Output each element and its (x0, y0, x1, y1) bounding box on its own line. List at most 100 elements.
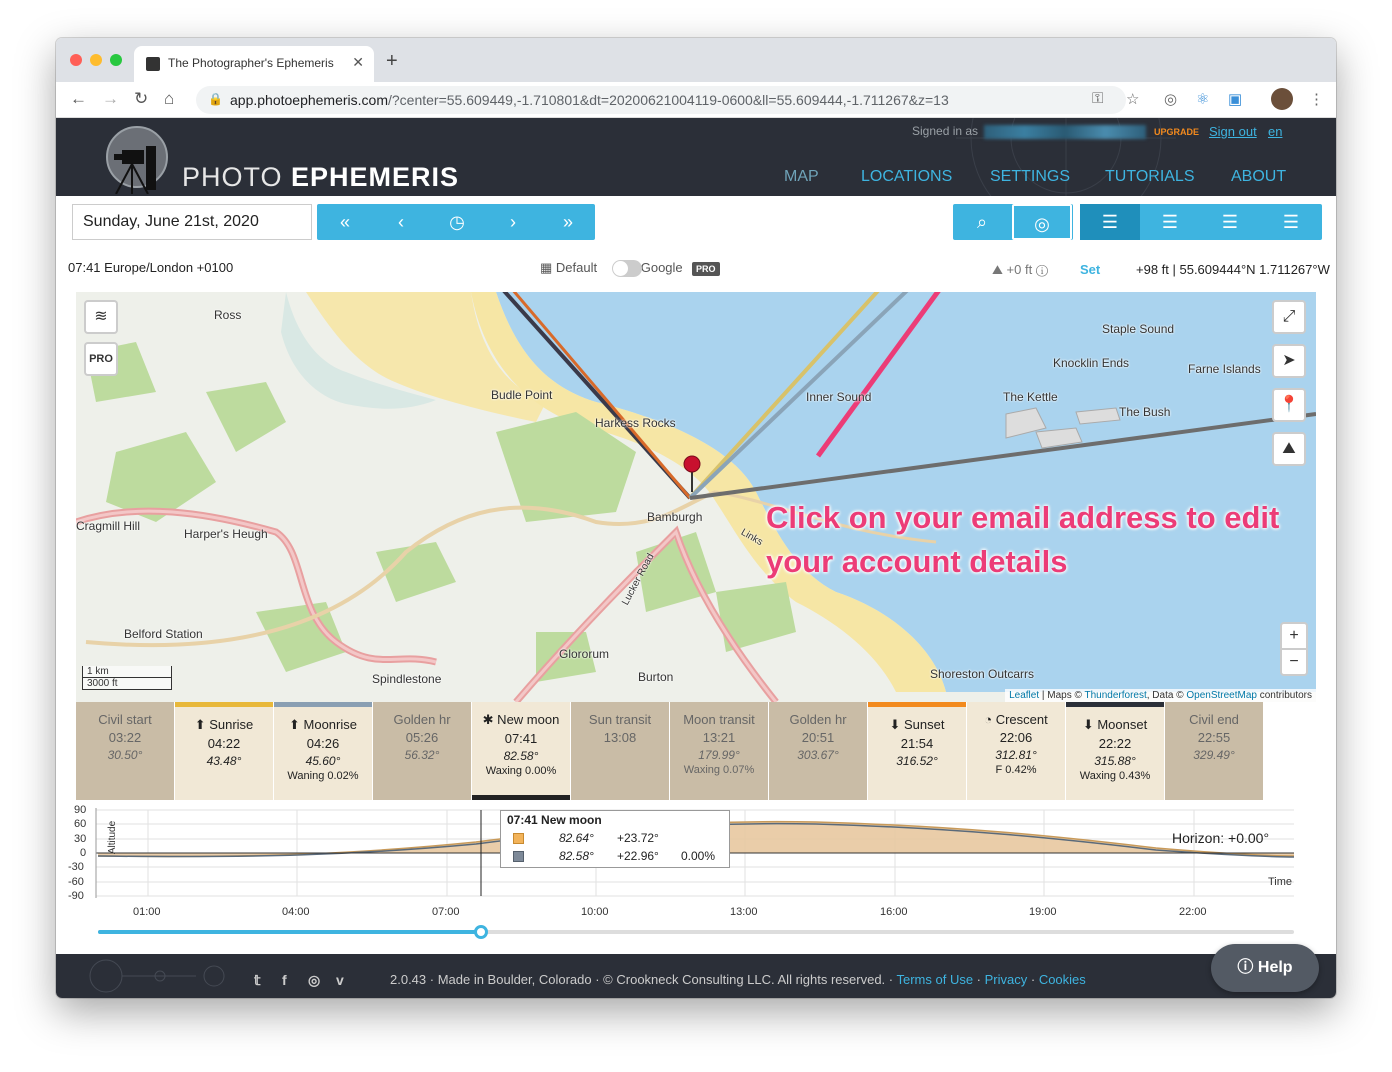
event-card[interactable]: Sun transit 13:08 (571, 702, 669, 800)
nav-locations[interactable]: LOCATIONS (861, 168, 952, 186)
home-icon[interactable]: ⌂ (164, 89, 174, 109)
time-slider-handle[interactable] (473, 925, 488, 939)
menu-kebab-icon[interactable]: ⋮ (1309, 90, 1324, 108)
map-label: Spindlestone (372, 672, 442, 686)
maximize-window-button[interactable] (110, 54, 122, 66)
site-logo-text[interactable]: PHOTO EPHEMERIS (182, 162, 459, 193)
forward-icon[interactable]: → (102, 89, 119, 109)
now-clock-button[interactable]: ◷ (429, 204, 485, 240)
pro-map-button[interactable]: PRO (84, 342, 118, 376)
react-devtools-icon[interactable]: ⚛ (1196, 90, 1209, 108)
help-button[interactable]: ⓘ Help (1211, 944, 1319, 992)
event-card[interactable]: ✱ New moon 07:41 82.58° Waxing 0.00% (472, 702, 570, 800)
map-label: Burton (638, 670, 674, 684)
event-card[interactable]: ⬆ Moonrise 04:26 45.60° Waning 0.02% (274, 702, 372, 800)
map-label: Ross (214, 308, 242, 322)
help-circle-icon: ⓘ (1237, 959, 1254, 976)
layout-group: ☰ ☰ ☰ ☰ (1080, 204, 1322, 240)
map-type-toggle[interactable] (612, 260, 642, 277)
close-tab-icon[interactable]: ✕ (352, 54, 364, 71)
osm-link[interactable]: OpenStreetMap (1186, 690, 1257, 701)
next-event-button[interactable]: › (485, 204, 541, 240)
tooltip-sun-azimuth: 82.64° (559, 831, 594, 845)
browser-toolbar: ← → ↻ ⌂ 🔒 app.photoephemeris.com/?center… (56, 82, 1336, 118)
x-axis-label: Time (1268, 876, 1293, 888)
address-bar[interactable]: 🔒 app.photoephemeris.com/?center=55.6094… (196, 86, 1126, 114)
signed-in-label: Signed in as (912, 124, 979, 138)
y-tick: 60 (74, 818, 87, 830)
event-card[interactable]: Civil start 03:22 30.50° (76, 702, 174, 800)
cookies-link[interactable]: Cookies (1039, 972, 1086, 987)
layout-split-icon[interactable]: ☰ (1140, 204, 1200, 240)
nav-about[interactable]: ABOUT (1231, 168, 1286, 186)
key-icon[interactable]: ⚿ (1092, 90, 1103, 107)
x-tick: 19:00 (1029, 906, 1057, 918)
close-window-button[interactable] (70, 54, 82, 66)
upgrade-link[interactable]: UPGRADE (1154, 127, 1199, 137)
privacy-link[interactable]: Privacy (985, 972, 1028, 987)
nav-map[interactable]: MAP (784, 168, 819, 186)
annotation-callout: Click on your email address to edit your… (766, 500, 1280, 579)
extension-icon[interactable]: ▣ (1228, 90, 1242, 108)
map-label: Staple Sound (1102, 322, 1175, 336)
map-view[interactable]: Ross Budle Point Harkess Rocks Inner Sou… (76, 292, 1316, 702)
map-label: Inner Sound (806, 390, 872, 404)
browser-tab[interactable]: The Photographer's Ephemeris ✕ (134, 46, 374, 82)
site-header: PHOTO EPHEMERIS Signed in as UPGRADE Sig… (56, 118, 1336, 196)
coordinates-readout: +98 ft | 55.609444°N 1.711267°W (1136, 262, 1330, 277)
x-tick: 04:00 (282, 906, 310, 918)
event-card[interactable]: Moon transit 13:21 179.99° Waxing 0.07% (670, 702, 768, 800)
x-tick: 01:00 (133, 906, 161, 918)
nav-settings[interactable]: SETTINGS (990, 168, 1070, 186)
date-input[interactable]: Sunday, June 21st, 2020 (72, 204, 312, 240)
event-card[interactable]: ⬇ Sunset 21:54 316.52° (868, 702, 966, 800)
previous-event-fast-button[interactable]: « (317, 204, 373, 240)
language-link[interactable]: en (1268, 124, 1282, 139)
back-icon[interactable]: ← (70, 89, 87, 109)
nav-tutorials[interactable]: TUTORIALS (1105, 168, 1195, 186)
vimeo-icon[interactable]: v (336, 972, 344, 988)
bookmark-star-icon[interactable]: ☆ (1126, 90, 1139, 108)
reload-icon[interactable]: ↻ (134, 89, 148, 109)
set-elevation-link[interactable]: Set (1080, 262, 1100, 277)
red-pin-icon[interactable]: 📍 (1272, 388, 1306, 422)
y-tick: 90 (74, 804, 87, 816)
map-attribution: Leaflet | Maps © Thunderforest, Data © O… (1005, 689, 1316, 702)
search-icon[interactable]: ⌕ (953, 204, 1011, 240)
layout-full-icon[interactable]: ☰ (1080, 204, 1140, 240)
leaflet-link[interactable]: Leaflet (1009, 690, 1039, 701)
twitter-icon[interactable]: 𝕥 (254, 972, 261, 989)
locate-arrow-icon[interactable]: ➤ (1272, 344, 1306, 378)
new-tab-button[interactable]: + (386, 50, 398, 73)
minimize-window-button[interactable] (90, 54, 102, 66)
extension-icon[interactable]: ◎ (1164, 90, 1177, 108)
zoom-in-button[interactable]: + (1280, 622, 1308, 650)
instagram-icon[interactable]: ◎ (308, 972, 320, 989)
tooltip-sun-altitude: +23.72° (617, 831, 659, 845)
layers-icon[interactable]: ≋ (84, 300, 118, 334)
terrain-pin-icon[interactable]: ⛰ (1272, 432, 1306, 466)
y-axis-label: Altitude (107, 820, 119, 855)
zoom-out-button[interactable]: − (1280, 648, 1308, 676)
layout-chart-icon[interactable]: ☰ (1260, 204, 1322, 240)
fullscreen-icon[interactable]: ⤢ (1272, 300, 1306, 334)
event-card[interactable]: ◔ Crescent 22:06 312.81° F 0.42% (967, 702, 1065, 800)
x-tick: 16:00 (880, 906, 908, 918)
account-email-link[interactable] (984, 125, 1146, 139)
compass-icon[interactable]: ◎ (1012, 204, 1072, 240)
event-card[interactable]: ⬇ Moonset 22:22 315.88° Waxing 0.43% (1066, 702, 1164, 800)
y-tick: 0 (80, 847, 87, 859)
event-card[interactable]: ⬆ Sunrise 04:22 43.48° (175, 702, 273, 800)
event-card[interactable]: Civil end 22:55 329.49° (1165, 702, 1263, 800)
sign-out-link[interactable]: Sign out (1209, 124, 1257, 139)
event-card[interactable]: Golden hr 20:51 303.67° (769, 702, 867, 800)
timezone-readout: 07:41 Europe/London +0100 (68, 260, 234, 275)
event-card[interactable]: Golden hr 05:26 56.32° (373, 702, 471, 800)
profile-avatar[interactable] (1271, 88, 1293, 110)
thunderforest-link[interactable]: Thunderforest (1084, 690, 1146, 701)
facebook-icon[interactable]: f (282, 972, 287, 988)
next-event-fast-button[interactable]: » (541, 204, 595, 240)
layout-map-icon[interactable]: ☰ (1200, 204, 1260, 240)
terms-link[interactable]: Terms of Use (896, 972, 973, 987)
previous-event-button[interactable]: ‹ (373, 204, 429, 240)
